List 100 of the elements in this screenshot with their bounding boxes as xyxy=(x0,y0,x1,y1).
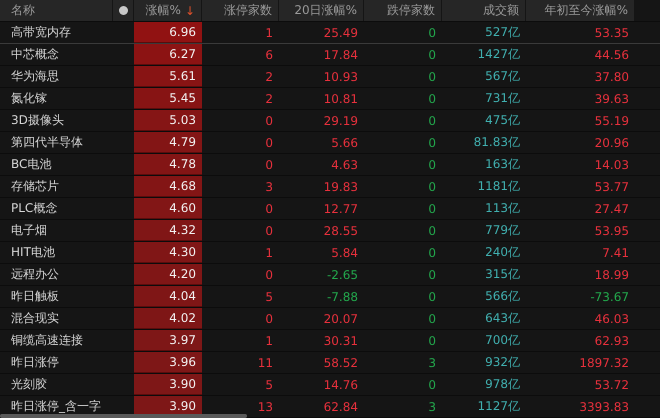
table-cell-text: 13 xyxy=(256,398,274,416)
table-cell-text: 53.35 xyxy=(594,24,630,42)
sector-name[interactable]: HIT电池 xyxy=(0,242,113,263)
table-cell-text: 1 xyxy=(264,244,274,262)
table-cell-text: 3393.83 xyxy=(578,398,630,416)
table-cell-text: 2 xyxy=(264,68,274,86)
table-cell-text: 0 xyxy=(427,244,437,262)
table-cell-text: 14.76 xyxy=(322,376,359,394)
table-cell: 4.68 xyxy=(134,176,202,197)
sector-name[interactable]: 氮化镓 xyxy=(0,88,113,109)
sector-name[interactable]: 电子烟 xyxy=(0,220,113,241)
sector-name[interactable]: 高带宽内存 xyxy=(0,22,113,43)
table-cell-text: 731亿 xyxy=(484,90,521,107)
table-cell-text: 567亿 xyxy=(484,68,521,85)
table-cell-text: -7.88 xyxy=(326,288,359,306)
sector-name[interactable]: 昨日触板 xyxy=(0,286,113,307)
sector-name[interactable]: 第四代半导体 xyxy=(0,132,113,153)
table-cell-text: 46.03 xyxy=(594,310,630,328)
table-cell-text: 10.81 xyxy=(322,90,359,108)
table-cell-text: 25.49 xyxy=(322,24,359,42)
table-cell-text: -2.65 xyxy=(326,266,359,284)
table-cell-text: 566亿 xyxy=(484,288,521,305)
table-cell-text: 0 xyxy=(427,46,437,64)
table-cell-text: 20.07 xyxy=(322,310,359,328)
table-cell-text: 0 xyxy=(427,112,437,130)
table-cell: 3.96 xyxy=(134,352,202,373)
table-cell-text: 62.93 xyxy=(594,332,630,350)
table-cell-text: 6 xyxy=(264,46,274,64)
table-cell-text: 0 xyxy=(427,90,437,108)
table-cell-text: 28.55 xyxy=(322,222,359,240)
table-cell-text: 39.63 xyxy=(594,90,630,108)
scrollbar[interactable] xyxy=(0,414,247,418)
table-cell: 3.90 xyxy=(134,374,202,395)
column-header[interactable]: 名称 xyxy=(0,0,112,21)
table-cell-text: 17.84 xyxy=(322,46,359,64)
table-cell-text: 44.56 xyxy=(594,46,630,64)
table-cell-text: 978亿 xyxy=(484,376,521,393)
table-cell: 5.61 xyxy=(134,66,202,87)
table-cell-text: 0 xyxy=(264,200,274,218)
table-cell-text: 55.19 xyxy=(594,112,630,130)
table-cell-text: 0 xyxy=(427,24,437,42)
table-cell-text: 12.77 xyxy=(322,200,359,218)
table-cell: 4.32 xyxy=(134,220,202,241)
table-cell-text: 18.99 xyxy=(594,266,630,284)
column-header[interactable]: 涨幅% ↓ xyxy=(134,0,201,21)
table-cell-text: 163亿 xyxy=(484,156,521,173)
sector-name[interactable]: PLC概念 xyxy=(0,198,113,219)
column-header[interactable]: 20日涨幅% xyxy=(279,0,363,21)
dot-icon[interactable] xyxy=(118,6,128,15)
table-cell-text: 5.84 xyxy=(330,244,359,262)
sector-name[interactable]: 远程办公 xyxy=(0,264,113,285)
table-cell-text: 240亿 xyxy=(484,244,521,261)
table-cell: 4.78 xyxy=(134,154,202,175)
table-cell-text: 0 xyxy=(427,266,437,284)
table-cell-text: 20.96 xyxy=(594,134,630,152)
table-cell-text: 1127亿 xyxy=(476,398,521,415)
table-cell: 3.97 xyxy=(134,330,202,351)
table-cell-text: 5 xyxy=(264,288,274,306)
table-cell: 4.30 xyxy=(134,242,202,263)
table-cell-text: 0 xyxy=(427,134,437,152)
table-cell-text: 0 xyxy=(264,112,274,130)
sector-name[interactable]: 华为海思 xyxy=(0,66,113,87)
table-cell-text: 0 xyxy=(264,222,274,240)
column-header[interactable]: 涨停家数 xyxy=(202,0,278,21)
table-cell: 4.20 xyxy=(134,264,202,285)
sector-name[interactable]: 中芯概念 xyxy=(0,44,113,65)
table-cell-text: 315亿 xyxy=(484,266,521,283)
column-header[interactable]: 跌停家数 xyxy=(364,0,441,21)
table-cell-text: 3 xyxy=(427,354,437,372)
sector-name[interactable]: 混合现实 xyxy=(0,308,113,329)
table-cell-text: 0 xyxy=(427,68,437,86)
table-cell-text: 1427亿 xyxy=(476,46,521,63)
sector-name[interactable]: 存储芯片 xyxy=(0,176,113,197)
table-cell-text: 11 xyxy=(256,354,274,372)
table-cell-text: 0 xyxy=(427,288,437,306)
table-cell-text: 14.03 xyxy=(594,156,630,174)
sector-name[interactable]: 铜缆高速连接 xyxy=(0,330,113,351)
table-cell-text: 0 xyxy=(427,156,437,174)
column-header[interactable]: 年初至今涨幅% xyxy=(526,0,634,21)
sector-name[interactable]: BC电池 xyxy=(0,154,113,175)
column-header[interactable]: 成交额 xyxy=(442,0,525,21)
table-cell-text: 2 xyxy=(264,90,274,108)
table-cell-text: 0 xyxy=(264,310,274,328)
sort-icon[interactable]: ↓ xyxy=(184,4,195,18)
table-cell-text: 62.84 xyxy=(322,398,359,416)
sector-name[interactable]: 光刻胶 xyxy=(0,374,113,395)
table-cell-text: 7.41 xyxy=(601,244,630,262)
table-cell-text: 0 xyxy=(427,178,437,196)
sector-name[interactable]: 3D摄像头 xyxy=(0,110,113,131)
table-cell-text: 4.63 xyxy=(330,156,359,174)
table-cell-text: 1 xyxy=(264,332,274,350)
sector-name[interactable]: 昨日涨停 xyxy=(0,352,113,373)
table-cell-text: 643亿 xyxy=(484,310,521,327)
table-cell-text: 5 xyxy=(264,376,274,394)
table-cell-text: 37.80 xyxy=(594,68,630,86)
table-cell-text: 27.47 xyxy=(594,200,630,218)
sector-name[interactable]: 昨日涨停_含一字 xyxy=(0,396,113,417)
table-cell-text: 113亿 xyxy=(484,200,521,217)
table-cell-text: 30.31 xyxy=(322,332,359,350)
table-cell: 4.04 xyxy=(134,286,202,307)
